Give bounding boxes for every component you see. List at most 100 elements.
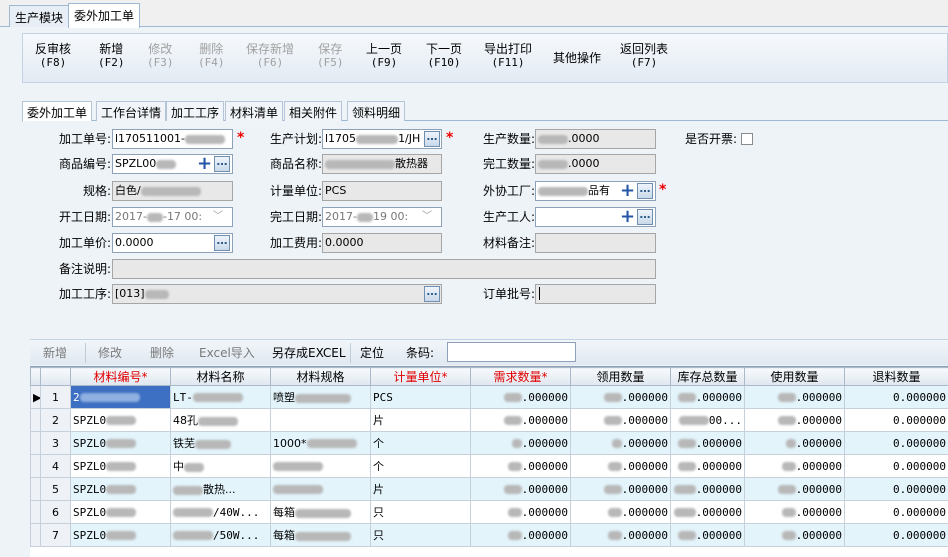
cell-need-qty[interactable]: .000000 bbox=[470, 477, 571, 501]
product-browse-icon[interactable]: … bbox=[214, 156, 230, 172]
cell-material-spec[interactable] bbox=[270, 454, 371, 478]
table-row[interactable]: 6 SPZL0 /40W... 每箱 只 .000000 .000000 .00… bbox=[30, 500, 948, 524]
cell-material-spec[interactable]: 每箱 bbox=[270, 500, 371, 524]
cell-material-code[interactable]: 2 bbox=[70, 385, 171, 409]
cell-material-name[interactable]: 散热... bbox=[170, 477, 271, 501]
cell-return-qty[interactable]: 0.000000 bbox=[844, 454, 948, 478]
cell-return-qty[interactable]: 0.000000 bbox=[844, 385, 948, 409]
cell-material-spec[interactable] bbox=[270, 408, 371, 432]
edit-button[interactable]: 修改 (F3) bbox=[147, 42, 174, 70]
remark-field[interactable] bbox=[112, 259, 656, 279]
column-header-issued-qty[interactable]: 领用数量 bbox=[570, 367, 671, 386]
cell-material-code[interactable]: SPZL0 bbox=[70, 408, 171, 432]
column-header-unit[interactable]: 计量单位* bbox=[370, 367, 471, 386]
cell-material-code[interactable]: SPZL0 bbox=[70, 431, 171, 455]
tab-outsourcing-order[interactable]: 委外加工单 bbox=[68, 3, 141, 28]
column-header-stock-qty[interactable]: 库存总数量 bbox=[670, 367, 745, 386]
add-icon[interactable]: + bbox=[620, 182, 635, 200]
other-actions-button[interactable]: 其他操作 bbox=[553, 51, 601, 65]
excel-import-button[interactable]: Excel导入 bbox=[199, 344, 255, 361]
cell-issued-qty[interactable]: .000000 bbox=[570, 454, 671, 478]
chevron-down-icon[interactable]: ﹀ bbox=[422, 212, 432, 222]
order-no-field[interactable]: l170511001- bbox=[112, 129, 233, 149]
save-button[interactable]: 保存 (F5) bbox=[317, 42, 344, 70]
cell-stock-qty[interactable]: .000000 bbox=[670, 523, 745, 547]
add-icon[interactable]: + bbox=[620, 208, 635, 226]
cell-used-qty[interactable]: .000000 bbox=[744, 408, 845, 432]
cell-issued-qty[interactable]: .000000 bbox=[570, 523, 671, 547]
locate-button[interactable]: 定位 bbox=[360, 344, 384, 361]
cell-return-qty[interactable]: 0.000000 bbox=[844, 408, 948, 432]
cell-material-code[interactable]: SPZL0 bbox=[70, 523, 171, 547]
cell-stock-qty[interactable]: 00... bbox=[670, 408, 745, 432]
process-browse-icon[interactable]: … bbox=[424, 286, 440, 302]
cell-issued-qty[interactable]: .000000 bbox=[570, 500, 671, 524]
cell-unit[interactable]: 个 bbox=[370, 431, 471, 455]
tab-process[interactable]: 加工工序 bbox=[166, 101, 225, 121]
grid-add-button[interactable]: 新增 bbox=[43, 344, 67, 361]
cell-need-qty[interactable]: .000000 bbox=[470, 385, 571, 409]
cell-material-name[interactable]: LT- bbox=[170, 385, 271, 409]
table-row[interactable]: 5 SPZL0 散热... 片 .000000 .000000 .000000 … bbox=[30, 477, 948, 501]
factory-browse-icon[interactable]: … bbox=[637, 183, 653, 199]
cell-unit[interactable]: 片 bbox=[370, 408, 471, 432]
new-button[interactable]: 新增 (F2) bbox=[98, 42, 125, 70]
column-header-material-code[interactable]: 材料编号* bbox=[70, 367, 171, 386]
cell-used-qty[interactable]: .000000 bbox=[744, 454, 845, 478]
cell-material-spec[interactable] bbox=[270, 477, 371, 501]
chevron-down-icon[interactable]: ﹀ bbox=[213, 212, 223, 222]
column-header-return-qty[interactable]: 退料数量 bbox=[844, 367, 948, 386]
plan-browse-icon[interactable]: … bbox=[424, 131, 440, 147]
cell-need-qty[interactable]: .000000 bbox=[470, 431, 571, 455]
cell-unit[interactable]: 只 bbox=[370, 500, 471, 524]
process-field[interactable]: [013] bbox=[112, 284, 442, 304]
table-row[interactable]: 2 SPZL0 48孔 片 .000000 .000000 00... .000… bbox=[30, 408, 948, 432]
cell-material-name[interactable]: 48孔 bbox=[170, 408, 271, 432]
batch-field[interactable] bbox=[535, 284, 656, 304]
price-browse-icon[interactable]: … bbox=[214, 235, 230, 251]
barcode-input[interactable] bbox=[447, 342, 576, 362]
grid-delete-button[interactable]: 删除 bbox=[150, 344, 174, 361]
cell-return-qty[interactable]: 0.000000 bbox=[844, 523, 948, 547]
cell-material-name[interactable]: 中 bbox=[170, 454, 271, 478]
add-icon[interactable]: + bbox=[197, 155, 212, 173]
column-header-material-name[interactable]: 材料名称 bbox=[170, 367, 271, 386]
cell-issued-qty[interactable]: .000000 bbox=[570, 431, 671, 455]
cell-issued-qty[interactable]: .000000 bbox=[570, 385, 671, 409]
cell-need-qty[interactable]: .000000 bbox=[470, 454, 571, 478]
cell-stock-qty[interactable]: .000000 bbox=[670, 385, 745, 409]
save-new-button[interactable]: 保存新增 (F6) bbox=[246, 42, 294, 70]
column-header-need-qty[interactable]: 需求数量* bbox=[470, 367, 571, 386]
table-row[interactable]: 3 SPZL0 铁芜 1000* 个 .000000 .000000 .0000… bbox=[30, 431, 948, 455]
cell-issued-qty[interactable]: .000000 bbox=[570, 408, 671, 432]
cell-return-qty[interactable]: 0.000000 bbox=[844, 477, 948, 501]
table-row[interactable]: ▶ 1 2 LT- 喷塑 PCS .000000 .000000 .000000… bbox=[30, 385, 948, 409]
back-to-list-button[interactable]: 返回列表 (F7) bbox=[620, 42, 668, 70]
worker-browse-icon[interactable]: … bbox=[637, 209, 653, 225]
cell-used-qty[interactable]: .000000 bbox=[744, 385, 845, 409]
cell-material-name[interactable]: 铁芜 bbox=[170, 431, 271, 455]
cell-stock-qty[interactable]: .000000 bbox=[670, 500, 745, 524]
tab-issue-detail[interactable]: 领料明细 bbox=[347, 101, 406, 121]
cell-material-code[interactable]: SPZL0 bbox=[70, 454, 171, 478]
tab-attachments[interactable]: 相关附件 bbox=[284, 101, 343, 121]
column-header-used-qty[interactable]: 使用数量 bbox=[744, 367, 845, 386]
tab-material-list[interactable]: 材料清单 bbox=[225, 101, 284, 121]
cell-stock-qty[interactable]: .000000 bbox=[670, 454, 745, 478]
cell-used-qty[interactable]: .000000 bbox=[744, 431, 845, 455]
cell-material-name[interactable]: /50W... bbox=[170, 523, 271, 547]
cell-stock-qty[interactable]: .000000 bbox=[670, 431, 745, 455]
prev-page-button[interactable]: 上一页 (F9) bbox=[366, 42, 402, 70]
tab-workbench-detail[interactable]: 工作台详情 bbox=[96, 101, 167, 121]
cell-material-code[interactable]: SPZL0 bbox=[70, 500, 171, 524]
next-page-button[interactable]: 下一页 (F10) bbox=[426, 42, 462, 70]
cell-material-spec[interactable]: 喷塑 bbox=[270, 385, 371, 409]
cell-need-qty[interactable]: .000000 bbox=[470, 523, 571, 547]
cell-return-qty[interactable]: 0.000000 bbox=[844, 431, 948, 455]
table-row[interactable]: 7 SPZL0 /50W... 每箱 只 .000000 .000000 .00… bbox=[30, 523, 948, 547]
cell-need-qty[interactable]: .000000 bbox=[470, 408, 571, 432]
cell-used-qty[interactable]: .000000 bbox=[744, 500, 845, 524]
cell-material-code[interactable]: SPZL0 bbox=[70, 477, 171, 501]
grid-edit-button[interactable]: 修改 bbox=[98, 344, 122, 361]
cell-used-qty[interactable]: .000000 bbox=[744, 477, 845, 501]
